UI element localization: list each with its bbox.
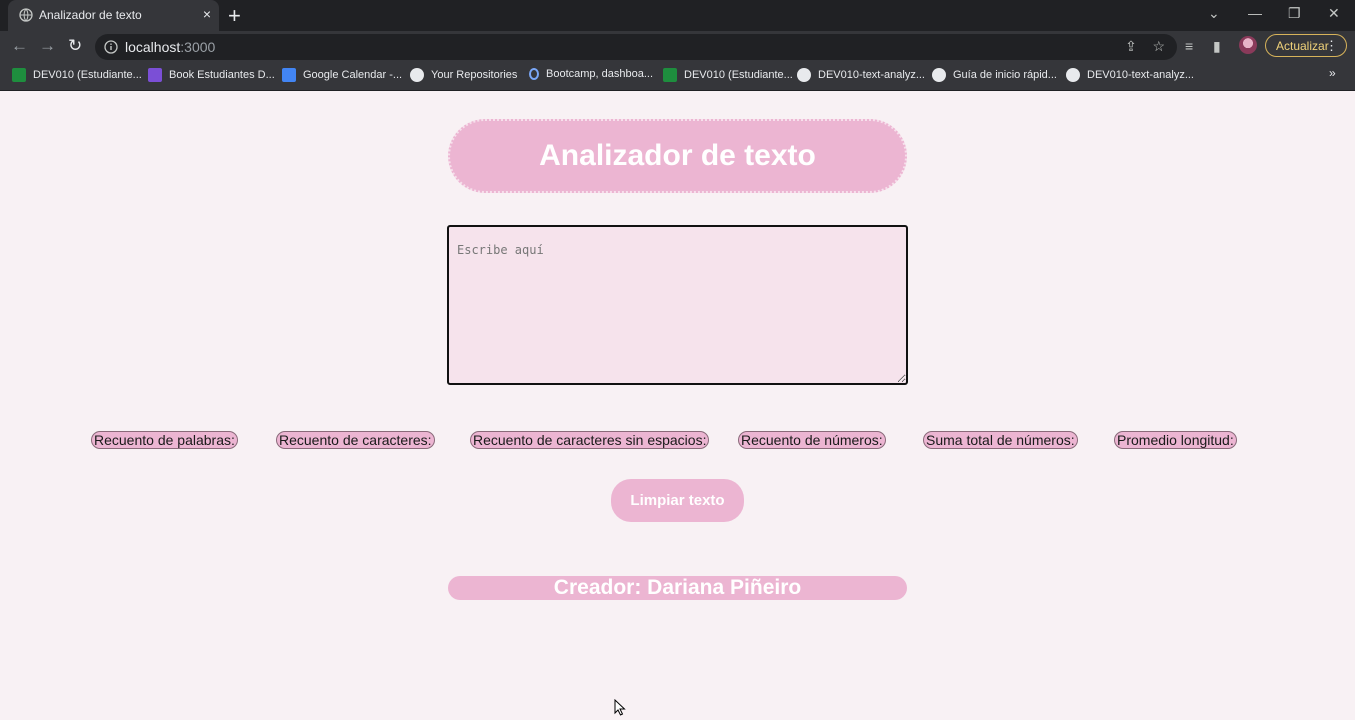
- site-info-icon[interactable]: [104, 40, 118, 54]
- bookmark-item[interactable]: Guía de inicio rápid...: [932, 68, 1057, 82]
- media-control-icon[interactable]: ≡: [1185, 38, 1193, 54]
- bookmarks-overflow-icon[interactable]: »: [1329, 66, 1336, 80]
- bookmark-item[interactable]: DEV010 (Estudiante...: [12, 68, 142, 82]
- calendar-icon: [282, 68, 296, 82]
- bookmark-item[interactable]: Bootcamp, dashboa...: [529, 68, 653, 80]
- bookmark-label: DEV010 (Estudiante...: [684, 69, 793, 81]
- creator-credit: Creador: Dariana Piñeiro: [553, 576, 802, 599]
- bookmarks-bar: DEV010 (Estudiante... Book Estudiantes D…: [0, 62, 1355, 91]
- back-icon[interactable]: ←: [11, 36, 28, 56]
- metric-number-count: Recuento de números:: [738, 431, 886, 449]
- page-content: Analizador de texto Recuento de palabras…: [0, 91, 1355, 720]
- bookmark-item[interactable]: DEV010-text-analyz...: [1066, 68, 1194, 82]
- restore-icon[interactable]: ❐: [1288, 5, 1301, 22]
- tab-close-icon[interactable]: ×: [203, 6, 211, 22]
- bookmark-label: DEV010 (Estudiante...: [33, 69, 142, 81]
- bookmark-label: DEV010-text-analyz...: [818, 69, 925, 81]
- mouse-cursor-icon: [614, 699, 626, 716]
- text-input[interactable]: [447, 225, 908, 385]
- address-bar[interactable]: localhost:3000 ⇪ ☆: [95, 34, 1177, 60]
- bookmark-item[interactable]: Google Calendar -...: [282, 68, 402, 82]
- bookmark-item[interactable]: DEV010-text-analyz...: [797, 68, 925, 82]
- update-label: Actualizar: [1276, 39, 1329, 53]
- page-title: Analizador de texto: [539, 139, 816, 172]
- metric-average-length: Promedio longitud:: [1114, 431, 1237, 449]
- sheets-icon: [663, 68, 677, 82]
- clear-text-button[interactable]: Limpiar texto: [611, 479, 744, 522]
- browser-tab[interactable]: Analizador de texto ×: [8, 0, 219, 31]
- metric-character-no-spaces: Recuento de caracteres sin espacios:: [470, 431, 710, 449]
- forward-icon[interactable]: →: [39, 36, 56, 56]
- side-panel-icon[interactable]: ▮: [1213, 38, 1221, 55]
- bookmark-label: Book Estudiantes D...: [169, 69, 275, 81]
- metric-word-count: Recuento de palabras:: [91, 431, 238, 449]
- book-icon: [148, 68, 162, 82]
- share-icon[interactable]: ⇪: [1125, 38, 1137, 54]
- app-header: Analizador de texto: [448, 119, 907, 193]
- footer: Creador: Dariana Piñeiro: [448, 576, 907, 600]
- tab-title: Analizador de texto: [39, 8, 142, 22]
- update-button[interactable]: Actualizar ⋮: [1265, 34, 1347, 57]
- bookmark-label: Guía de inicio rápid...: [953, 69, 1057, 81]
- browser-tabstrip: Analizador de texto × + ⌄ — ❐ ✕: [0, 0, 1355, 31]
- reload-icon[interactable]: ↻: [68, 36, 82, 56]
- bookmark-item[interactable]: DEV010 (Estudiante...: [663, 68, 793, 82]
- minimize-icon[interactable]: —: [1248, 5, 1262, 21]
- bookmark-star-icon[interactable]: ☆: [1152, 38, 1165, 54]
- tab-search-icon[interactable]: ⌄: [1208, 5, 1220, 22]
- close-window-icon[interactable]: ✕: [1328, 5, 1340, 22]
- bookmark-label: Your Repositories: [431, 69, 518, 81]
- url-port: :3000: [180, 39, 216, 55]
- bookmark-item[interactable]: Book Estudiantes D...: [148, 68, 275, 82]
- bookmark-item[interactable]: Your Repositories: [410, 68, 517, 82]
- bookmark-label: DEV010-text-analyz...: [1087, 69, 1194, 81]
- globe-icon: [19, 8, 33, 22]
- browser-toolbar: ← → ↻ localhost:3000 ⇪ ☆ ≡ ▮: [0, 31, 1355, 62]
- bootcamp-icon: [529, 68, 539, 80]
- more-menu-icon[interactable]: ⋮: [1325, 38, 1338, 54]
- metric-number-sum: Suma total de números:: [923, 431, 1078, 449]
- sheets-icon: [12, 68, 26, 82]
- github-icon: [932, 68, 946, 82]
- omnibox-icons: ⇪ ☆: [1125, 38, 1165, 55]
- bookmark-label: Google Calendar -...: [303, 69, 403, 81]
- new-tab-button[interactable]: +: [228, 3, 241, 29]
- url-host: localhost: [125, 39, 181, 55]
- profile-avatar[interactable]: [1239, 36, 1257, 54]
- github-icon: [1066, 68, 1080, 82]
- bookmark-label: Bootcamp, dashboa...: [546, 68, 654, 80]
- metric-character-count: Recuento de caracteres:: [276, 431, 435, 449]
- github-icon: [410, 68, 424, 82]
- url-text: localhost:3000: [125, 39, 215, 55]
- github-icon: [797, 68, 811, 82]
